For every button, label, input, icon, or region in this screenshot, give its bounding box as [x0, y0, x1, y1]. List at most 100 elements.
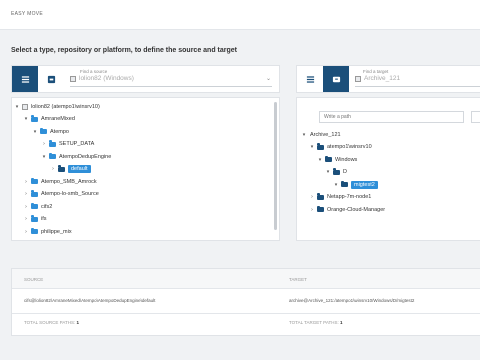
folder-icon	[31, 177, 38, 184]
chevron-down-icon[interactable]: ▾	[23, 116, 29, 122]
tree-node[interactable]: ▾ Windows	[317, 154, 357, 165]
tree-node[interactable]: › SETUP_DATA	[41, 139, 94, 150]
tree-node[interactable]: › ifs	[23, 214, 47, 225]
chevron-down-icon[interactable]: ▾	[41, 154, 47, 160]
tree-node[interactable]: › cifs2	[23, 201, 52, 212]
tree-node-label: cifs2	[41, 203, 53, 210]
instruction-text: Select a type, repository or platform, t…	[11, 47, 237, 54]
tree-node[interactable]: ▾ Atempo	[32, 126, 69, 137]
folder-icon	[49, 152, 56, 159]
source-select-value: lolion82 (Windows)	[79, 75, 134, 82]
folder-icon	[341, 180, 348, 187]
tree-node-label: Atempo	[50, 128, 69, 135]
tree-node-label: SETUP_DATA	[59, 141, 95, 147]
tree-node[interactable]: ▾ D	[325, 167, 347, 178]
total-source-value: 1	[76, 320, 80, 325]
tree-node-label: migtest2	[351, 180, 378, 189]
target-select[interactable]: Archive_121	[355, 75, 400, 82]
list-view-button[interactable]	[12, 66, 38, 92]
target-select-value: Archive_121	[364, 75, 401, 82]
archive-type-button[interactable]	[323, 66, 349, 92]
target-underline	[355, 86, 480, 87]
list-icon	[306, 75, 314, 83]
target-tree-panel: ▾Archive_121▾atempo1\winsrv10▾Windows▾D▾…	[296, 97, 480, 241]
chevron-down-icon[interactable]: ▾	[32, 129, 38, 135]
chevron-down-icon[interactable]: ▾	[14, 104, 20, 110]
source-tree-panel: ▾ lolion82 (atempo1\winsrv10) ▾ AmraneMixed…	[11, 97, 280, 241]
list-view-button[interactable]	[297, 66, 323, 92]
scrollbar[interactable]	[274, 102, 277, 230]
tree-node-label: Netapp-7m-node1	[327, 194, 372, 200]
server-icon	[70, 75, 76, 82]
tree-node-label: AmraneMixed	[41, 116, 75, 122]
source-column-header: SOURCE	[24, 277, 44, 282]
path-input[interactable]	[319, 111, 464, 123]
tree-node[interactable]: › Netapp-7m-node1	[309, 192, 371, 203]
storage-icon	[47, 75, 55, 83]
tree-node[interactable]: › default	[50, 164, 91, 175]
tree-node[interactable]: › Atempo_SMB_Amrock	[23, 176, 97, 187]
tree-node[interactable]: ▾ atempo1\winsrv10	[309, 142, 372, 153]
tree-node-label: lolion82 (atempo1\winsrv10)	[31, 103, 100, 110]
folder-icon	[31, 115, 38, 122]
find-target-label: Find a target	[363, 69, 389, 74]
page-title: EASY MOVE	[11, 11, 44, 17]
chevron-right-icon[interactable]: ›	[309, 207, 315, 213]
tree-node-label: default	[68, 165, 91, 173]
folder-icon	[31, 202, 38, 209]
tree-node[interactable]: ▾ lolion82 (atempo1\winsrv10)	[14, 101, 100, 112]
tree-node-label: Atempo-lo-smb_Source	[41, 191, 99, 197]
tree-node[interactable]: › philippe_mix	[23, 226, 72, 237]
list-icon	[21, 75, 29, 83]
tree-node-label: Windows	[335, 156, 358, 163]
chevron-down-icon[interactable]: ▾	[325, 169, 331, 175]
folder-icon	[49, 140, 56, 147]
chevron-right-icon[interactable]: ›	[41, 141, 47, 147]
tree-node-label: atempo1\winsrv10	[327, 144, 372, 150]
tree-node[interactable]: ▾ AmraneMixed	[23, 114, 75, 125]
tree-node[interactable]: › Atempo-lo-smb_Source	[23, 189, 99, 200]
target-selector: Find a target Archive_121	[296, 65, 480, 93]
storage-type-button[interactable]	[38, 66, 64, 92]
folder-icon	[31, 227, 38, 234]
tree-node[interactable]: › Orange-Cloud-Manager	[309, 204, 385, 215]
tree-node[interactable]: ▾ Archive_121	[301, 129, 341, 140]
folder-icon	[325, 155, 332, 162]
tree-node-label: ifs	[41, 216, 47, 222]
find-source-label: Find a source	[80, 69, 108, 74]
tree-node[interactable]: ▾ migtest2	[333, 179, 378, 190]
chevron-right-icon[interactable]: ›	[50, 166, 56, 172]
target-path-value: archive@Archive_121:/atempo1\winsrv10/Wi…	[289, 298, 415, 303]
source-underline	[70, 86, 272, 87]
tree-node[interactable]: ▾ AtempoDedupEngine	[41, 151, 111, 162]
source-selector: Find a source lolion82 (Windows) ⌄	[11, 65, 280, 93]
chevron-right-icon[interactable]: ›	[23, 179, 29, 185]
folder-icon	[58, 165, 65, 172]
folder-icon	[317, 193, 324, 200]
path-button[interactable]	[471, 111, 480, 123]
folder-icon	[31, 215, 38, 222]
chevron-down-icon[interactable]: ▾	[333, 182, 339, 188]
tree-node-label: AtempoDedupEngine	[59, 153, 112, 160]
tree-node-label: philippe_mix	[41, 228, 72, 235]
tree-node-label: Orange-Cloud-Manager	[327, 206, 386, 213]
folder-icon	[333, 168, 340, 175]
chevron-right-icon[interactable]: ›	[309, 194, 315, 200]
total-source-label: TOTAL SOURCE PATHS:	[24, 320, 76, 325]
chevron-right-icon[interactable]: ›	[23, 216, 29, 222]
chevron-down-icon[interactable]: ▾	[301, 132, 307, 138]
row-divider	[12, 313, 480, 314]
chevron-right-icon[interactable]: ›	[23, 204, 29, 210]
chevron-down-icon[interactable]: ▾	[309, 144, 315, 150]
chevron-right-icon[interactable]: ›	[23, 191, 29, 197]
chevron-right-icon[interactable]: ›	[23, 229, 29, 235]
source-select[interactable]: lolion82 (Windows)	[70, 75, 134, 82]
archive-icon	[332, 76, 340, 82]
total-source-paths: TOTAL SOURCE PATHS: 1	[24, 320, 79, 325]
folder-icon	[31, 190, 38, 197]
folder-icon	[317, 143, 324, 150]
chevron-down-icon[interactable]: ▾	[317, 157, 323, 163]
folder-icon	[317, 205, 324, 212]
chevron-down-icon[interactable]: ⌄	[266, 75, 271, 82]
summary-table: SOURCE TARGET cifs@lolion82\AmraneMixed\…	[11, 268, 480, 336]
